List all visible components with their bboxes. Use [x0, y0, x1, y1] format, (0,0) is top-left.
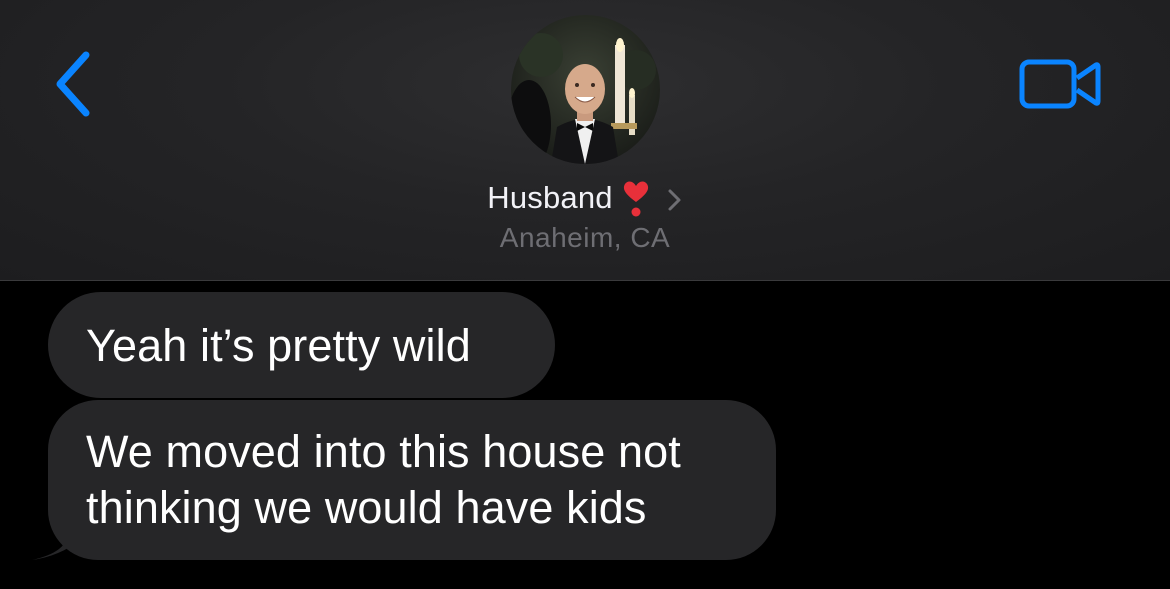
message-list: Yeah it’s pretty wild We moved into this…	[0, 282, 1170, 589]
back-button[interactable]	[38, 44, 108, 124]
conversation-header: Husband Anaheim, CA	[0, 0, 1170, 281]
incoming-message-bubble[interactable]: We moved into this house not thinking we…	[48, 400, 776, 560]
message-text: Yeah it’s pretty wild	[86, 320, 471, 371]
heart-exclamation-icon	[621, 180, 651, 220]
contact-name: Husband	[487, 180, 613, 215]
avatar-photo	[511, 15, 660, 164]
message-text-line: thinking we would have kids	[86, 482, 647, 533]
incoming-message-bubble[interactable]: Yeah it’s pretty wild	[48, 292, 555, 398]
message-text-line: We moved into this house not	[86, 426, 681, 477]
facetime-video-button[interactable]	[1010, 50, 1110, 118]
chevron-right-icon	[667, 185, 683, 215]
messages-screen: Husband Anaheim, CA Yeah it’s pretty wil…	[0, 0, 1170, 589]
contact-location: Anaheim, CA	[499, 222, 671, 253]
contact-avatar[interactable]	[511, 15, 660, 164]
chevron-left-icon	[56, 51, 90, 117]
video-camera-icon	[1019, 59, 1101, 109]
contact-name-row[interactable]: Husband	[0, 178, 1170, 218]
